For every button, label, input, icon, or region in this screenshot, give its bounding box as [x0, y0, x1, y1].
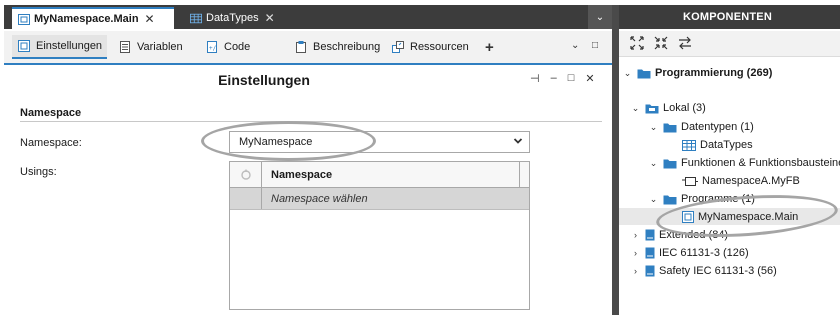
svg-text:+/: +/ — [209, 45, 217, 52]
table-icon — [190, 13, 202, 24]
refresh-icon[interactable] — [230, 162, 262, 187]
pin-icon[interactable]: ⊣ — [530, 72, 540, 85]
ressourcen-label: Ressourcen — [410, 41, 469, 53]
maximize-icon[interactable]: □ — [568, 72, 575, 85]
namespace-label: Namespace: — [20, 137, 82, 149]
einstellungen-label: Einstellungen — [36, 40, 103, 52]
minimize-icon[interactable]: – — [551, 72, 557, 85]
chevron-down-icon[interactable]: ⌄ — [649, 194, 658, 205]
namespace-column-header[interactable]: Namespace — [271, 169, 332, 181]
folder-icon — [663, 122, 677, 133]
tree-node-programmierung[interactable]: ⌄ Programmierung (269) — [623, 65, 773, 81]
tab-label: DataTypes — [206, 12, 259, 24]
row-selector[interactable] — [230, 188, 262, 209]
panel-title: Einstellungen — [218, 72, 310, 88]
highlight-ellipse — [201, 121, 376, 161]
tree-node-namespacea-myfb[interactable]: NamespaceA.MyFB — [682, 173, 800, 189]
chevron-right-icon[interactable]: › — [631, 248, 640, 258]
editor-tab-strip: MyNamespace.Main ✕ DataTypes ✕ ⌄ — [4, 5, 612, 29]
code-button[interactable]: +/ Code — [205, 35, 250, 59]
usings-label: Usings: — [20, 166, 57, 178]
beschreibung-label: Beschreibung — [313, 41, 381, 53]
tree-label: DataTypes — [700, 139, 753, 151]
expand-all-icon[interactable] — [629, 35, 645, 54]
sync-icon[interactable] — [677, 35, 693, 54]
components-title: KOMPONENTEN — [619, 5, 840, 29]
app-frame: MyNamespace.Main ✕ DataTypes ✕ ⌄ Einstel… — [0, 0, 840, 319]
panel-splitter[interactable] — [612, 5, 619, 315]
tabs-overflow-button[interactable]: ⌄ — [588, 5, 612, 29]
chevron-right-icon[interactable]: › — [631, 266, 640, 276]
tree-node-safety-iec[interactable]: › Safety IEC 61131-3 (56) — [631, 263, 777, 279]
variablen-button[interactable]: Variablen — [118, 35, 183, 59]
chevron-down-icon[interactable]: ⌄ — [649, 158, 658, 169]
variablen-label: Variablen — [137, 41, 183, 53]
grid-header: Namespace — [230, 162, 529, 188]
namespace-icon — [18, 13, 30, 25]
folder-icon — [663, 194, 677, 205]
table-icon — [682, 139, 696, 151]
column-divider — [519, 162, 520, 187]
close-icon[interactable]: ✕ — [265, 11, 275, 25]
components-panel: KOMPONENTEN ⌄ Programmierung (269) ⌄ Lok… — [619, 5, 840, 315]
tree-label: IEC 61131-3 (126) — [659, 247, 749, 259]
book-icon — [645, 229, 655, 241]
tree-node-lokal[interactable]: ⌄ Lokal (3) — [631, 100, 706, 116]
book-icon — [645, 247, 655, 259]
folder-icon — [637, 68, 651, 79]
usings-grid[interactable]: Namespace Namespace wählen — [229, 161, 530, 310]
function-block-icon — [682, 176, 698, 187]
tree-node-datentypen[interactable]: ⌄ Datentypen (1) — [649, 119, 754, 135]
ressourcen-button[interactable]: Ressourcen — [391, 35, 469, 59]
tree-label: Programmierung (269) — [655, 67, 773, 79]
beschreibung-button[interactable]: Beschreibung — [294, 35, 380, 59]
tree-label: Funktionen & Funktionsbausteine — [681, 157, 840, 169]
editor-toolbar: Einstellungen Variablen +/ Code Beschrei… — [4, 31, 612, 65]
tab-label: MyNamespace.Main — [34, 13, 139, 25]
tree-label: Lokal (3) — [663, 102, 706, 114]
folder-icon — [663, 158, 677, 169]
variables-icon — [118, 40, 132, 54]
chevron-down-icon[interactable] — [513, 136, 523, 149]
collapse-all-icon[interactable] — [653, 35, 669, 54]
components-toolbar — [619, 31, 840, 57]
tab-datatypes[interactable]: DataTypes ✕ — [184, 7, 286, 29]
settings-page-icon — [17, 39, 31, 53]
code-icon: +/ — [205, 40, 219, 54]
tree-label: Datentypen (1) — [681, 121, 754, 133]
maximize-icon[interactable]: □ — [592, 40, 598, 51]
einstellungen-button[interactable]: Einstellungen — [12, 35, 108, 59]
resources-icon — [391, 40, 405, 54]
tab-mynamespace-main[interactable]: MyNamespace.Main ✕ — [12, 7, 174, 29]
tree-node-funktionen[interactable]: ⌄ Funktionen & Funktionsbausteine — [649, 155, 840, 171]
panel-controls: ⊣ – □ ✕ — [530, 72, 595, 85]
clipboard-icon — [294, 40, 308, 54]
chevron-down-icon[interactable]: ⌄ — [631, 103, 640, 114]
add-tab-button[interactable]: + — [485, 35, 494, 59]
tree-node-iec-61131-3[interactable]: › IEC 61131-3 (126) — [631, 245, 749, 261]
placeholder-cell[interactable]: Namespace wählen — [271, 193, 368, 205]
chevron-down-icon[interactable]: ⌄ — [571, 40, 579, 51]
library-icon — [645, 103, 659, 114]
table-row[interactable]: Namespace wählen — [230, 188, 529, 210]
code-label: Code — [224, 41, 251, 53]
chevron-down-icon[interactable]: ⌄ — [649, 122, 658, 133]
book-icon — [645, 265, 655, 277]
chevron-down-icon[interactable]: ⌄ — [623, 68, 632, 79]
tree-label: Safety IEC 61131-3 (56) — [659, 265, 777, 277]
close-icon[interactable]: ✕ — [585, 72, 594, 85]
close-icon[interactable]: ✕ — [145, 12, 155, 26]
section-heading: Namespace — [20, 107, 82, 119]
chevron-right-icon[interactable]: › — [631, 230, 640, 240]
tree-node-datatypes[interactable]: DataTypes — [682, 137, 753, 153]
tree-label: NamespaceA.MyFB — [702, 175, 800, 187]
